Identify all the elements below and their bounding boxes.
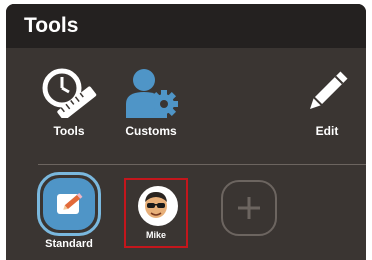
header: Tools xyxy=(6,4,366,48)
edit-button[interactable]: Edit xyxy=(294,66,360,158)
add-profile-button[interactable] xyxy=(221,180,277,236)
customs-label: Customs xyxy=(125,124,177,138)
tools-button[interactable]: Tools xyxy=(26,66,112,158)
gauge-ruler-icon xyxy=(42,68,97,118)
note-pencil-icon xyxy=(43,178,95,230)
pencil-icon xyxy=(310,71,348,109)
page-title: Tools xyxy=(24,14,79,37)
customs-button[interactable]: Customs xyxy=(108,66,194,158)
profile-standard-ring xyxy=(37,172,101,236)
plus-icon xyxy=(238,197,260,219)
user-gear-icon xyxy=(126,69,178,118)
edit-label: Edit xyxy=(315,124,339,138)
profile-standard[interactable]: Standard xyxy=(29,172,109,250)
divider xyxy=(38,164,366,165)
mike-label: Mike xyxy=(145,230,166,240)
profile-mike[interactable]: Mike xyxy=(124,178,188,248)
tools-label: Tools xyxy=(53,124,85,138)
standard-label: Standard xyxy=(45,238,93,250)
tools-panel: Tools Tools Customs Edit Standard Mike xyxy=(6,4,366,260)
avatar-face-icon xyxy=(138,186,178,226)
